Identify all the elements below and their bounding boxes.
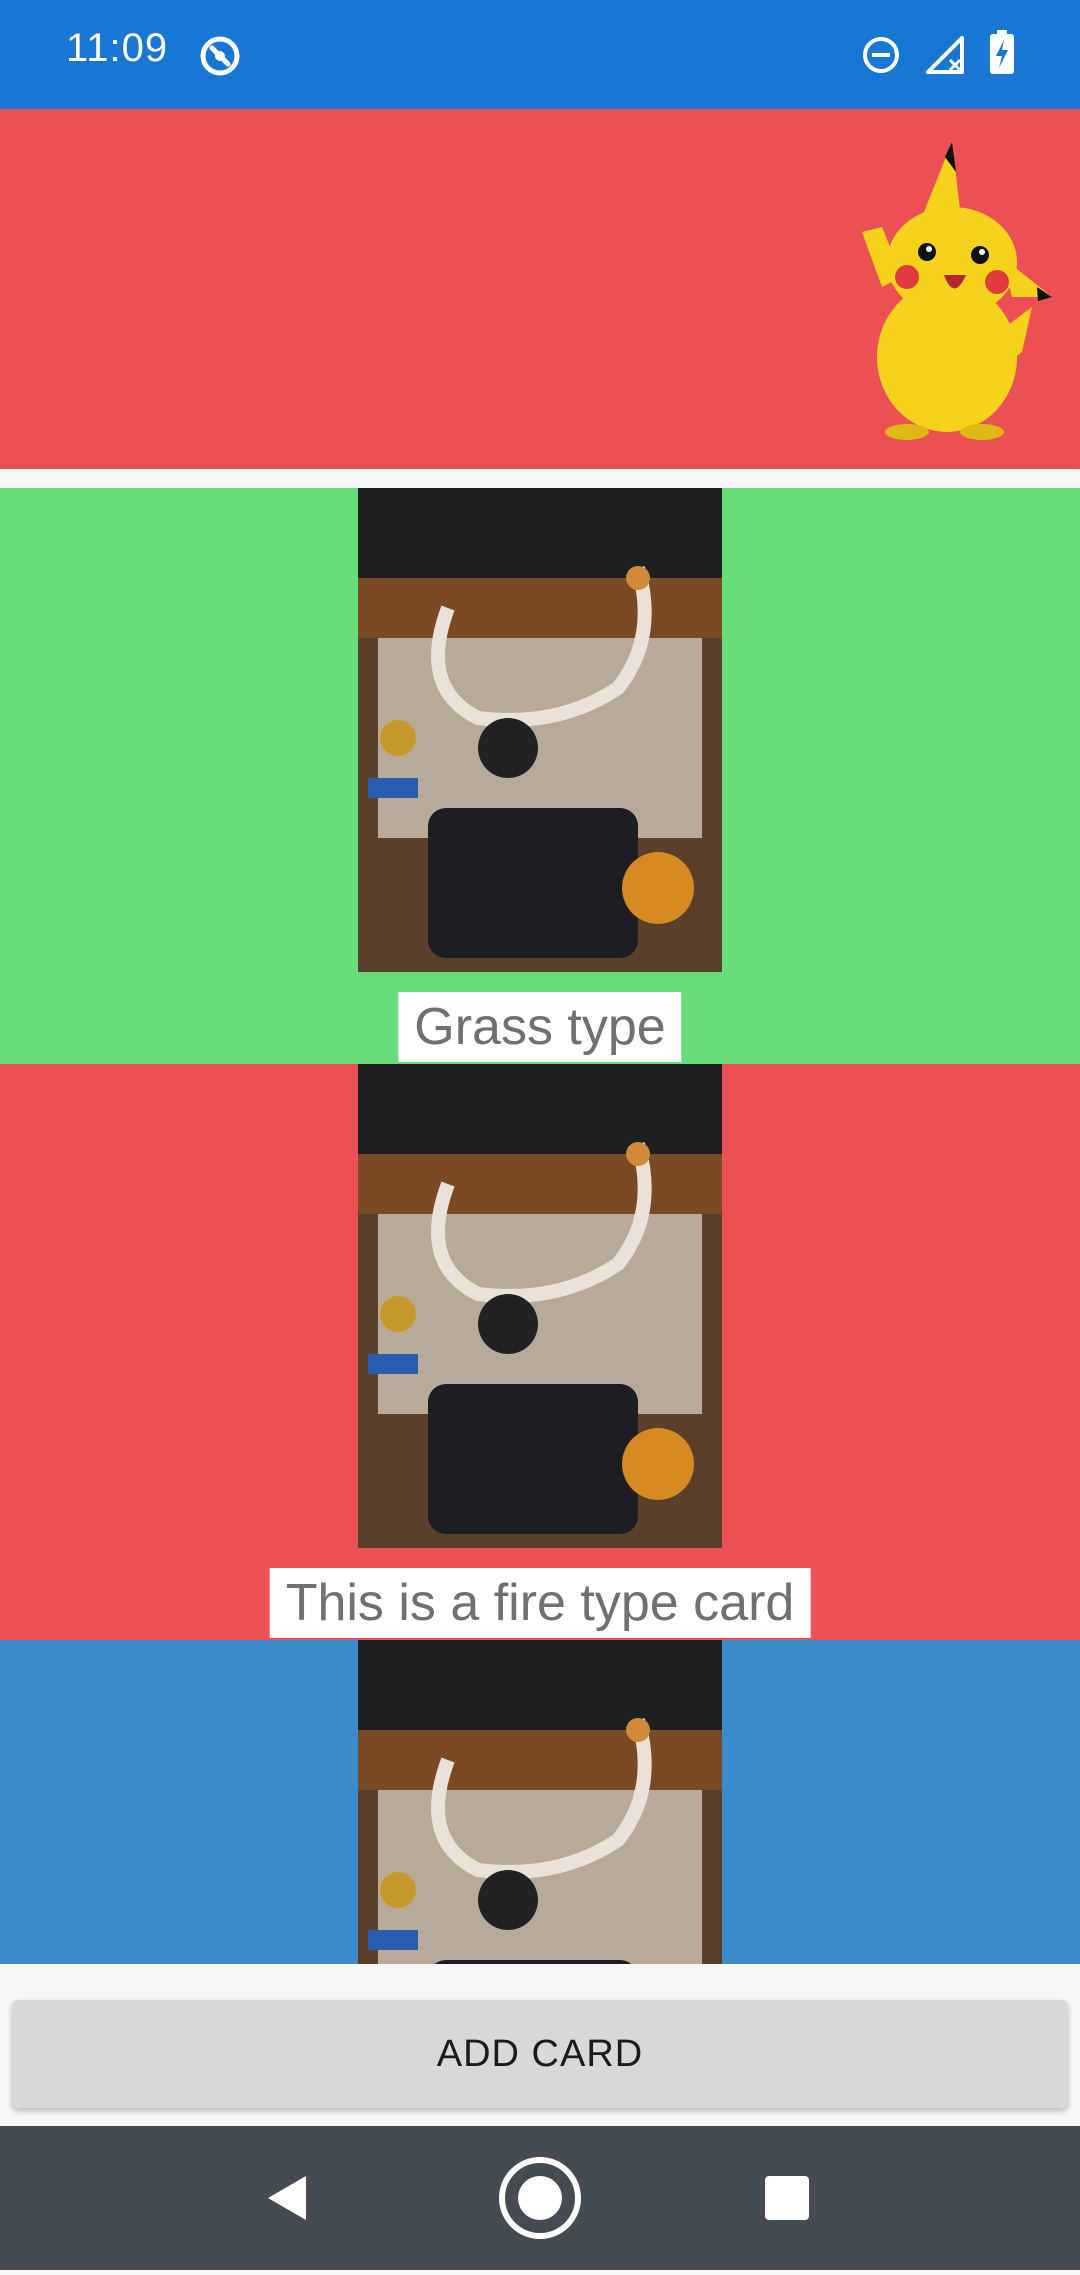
card-photo: [358, 1064, 722, 1548]
button-area: ADD CARD: [0, 1964, 1080, 2126]
do-not-disturb-icon: [862, 36, 900, 79]
no-signal-icon: [924, 34, 966, 81]
card-fire[interactable]: This is a fire type card: [0, 1064, 1080, 1640]
card-grass[interactable]: Grass type: [0, 488, 1080, 1064]
card-photo: [358, 1640, 722, 1964]
navigation-bar: [0, 2126, 1080, 2270]
status-time: 11:09: [66, 26, 169, 70]
recents-icon[interactable]: [715, 2126, 859, 2270]
pikachu-image: [852, 137, 1052, 447]
card-caption: Grass type: [398, 992, 682, 1062]
card-water[interactable]: [0, 1640, 1080, 1964]
add-card-button[interactable]: ADD CARD: [12, 2000, 1068, 2108]
card-photo: [358, 488, 722, 972]
alert-circle-icon: [198, 34, 242, 83]
card-caption: This is a fire type card: [269, 1568, 811, 1638]
home-icon[interactable]: [468, 2126, 612, 2270]
header-banner: [0, 109, 1080, 469]
card-list[interactable]: Grass type This is a fire type card: [0, 488, 1080, 1964]
back-icon[interactable]: [216, 2126, 360, 2270]
status-bar: 11:09: [0, 0, 1080, 109]
battery-charging-icon: [988, 30, 1016, 81]
